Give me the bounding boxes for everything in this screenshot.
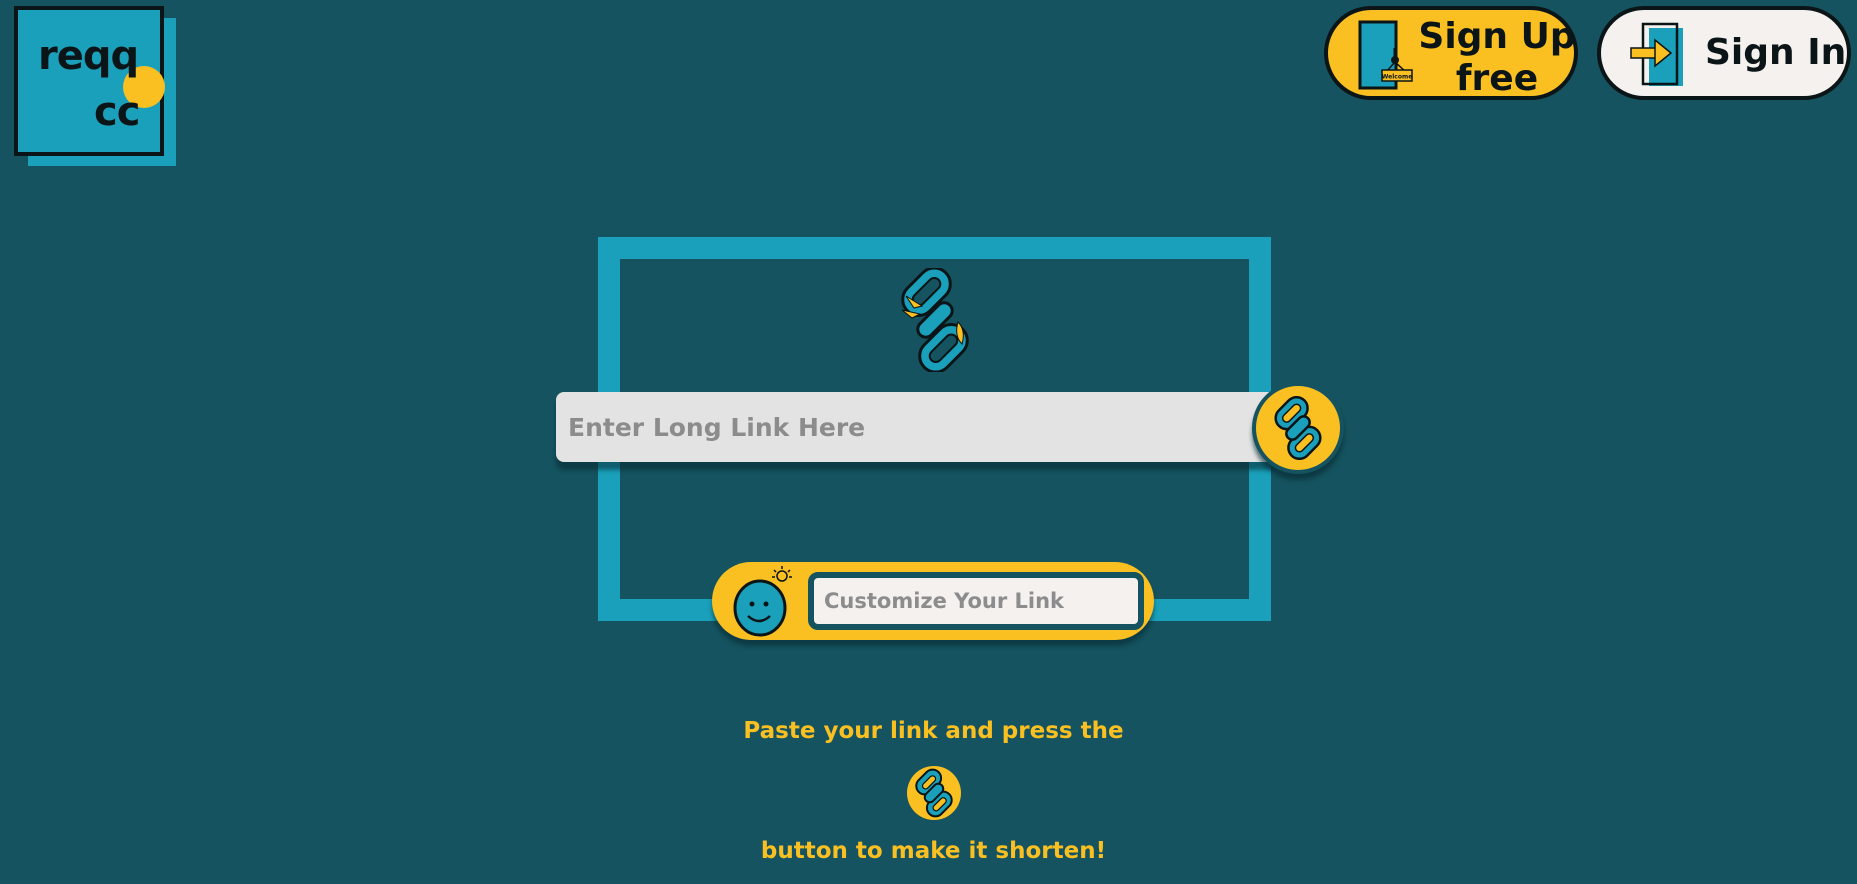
door-welcome-icon: Welcome — [1358, 20, 1413, 90]
signup-button[interactable]: Welcome Sign Up free — [1324, 6, 1578, 100]
custom-link-input[interactable] — [814, 578, 1138, 624]
custom-link-field[interactable] — [808, 572, 1144, 630]
signin-label: Sign In — [1705, 32, 1847, 73]
instruction-line1: Paste your link and press the — [743, 718, 1124, 744]
instruction-line2: button to make it shorten! — [760, 838, 1107, 864]
enter-door-icon — [1630, 22, 1683, 86]
svg-text:Welcome: Welcome — [1382, 74, 1413, 81]
customize-link-bar — [712, 562, 1154, 640]
signin-button[interactable]: Sign In — [1597, 6, 1851, 100]
logo-text-line1: reqq — [38, 33, 139, 79]
chain-link-icon — [1274, 396, 1322, 460]
smiley-idea-icon — [733, 566, 792, 637]
signup-label: Sign Up free — [1418, 16, 1576, 99]
chain-link-icon — [907, 766, 961, 820]
shorten-button[interactable] — [1252, 382, 1344, 474]
long-link-field[interactable] — [556, 392, 1276, 462]
logo-text-line2: cc — [94, 89, 140, 135]
chain-link-icon — [901, 268, 969, 372]
long-link-input[interactable] — [556, 392, 1276, 462]
logo[interactable]: reqq cc — [14, 6, 176, 166]
